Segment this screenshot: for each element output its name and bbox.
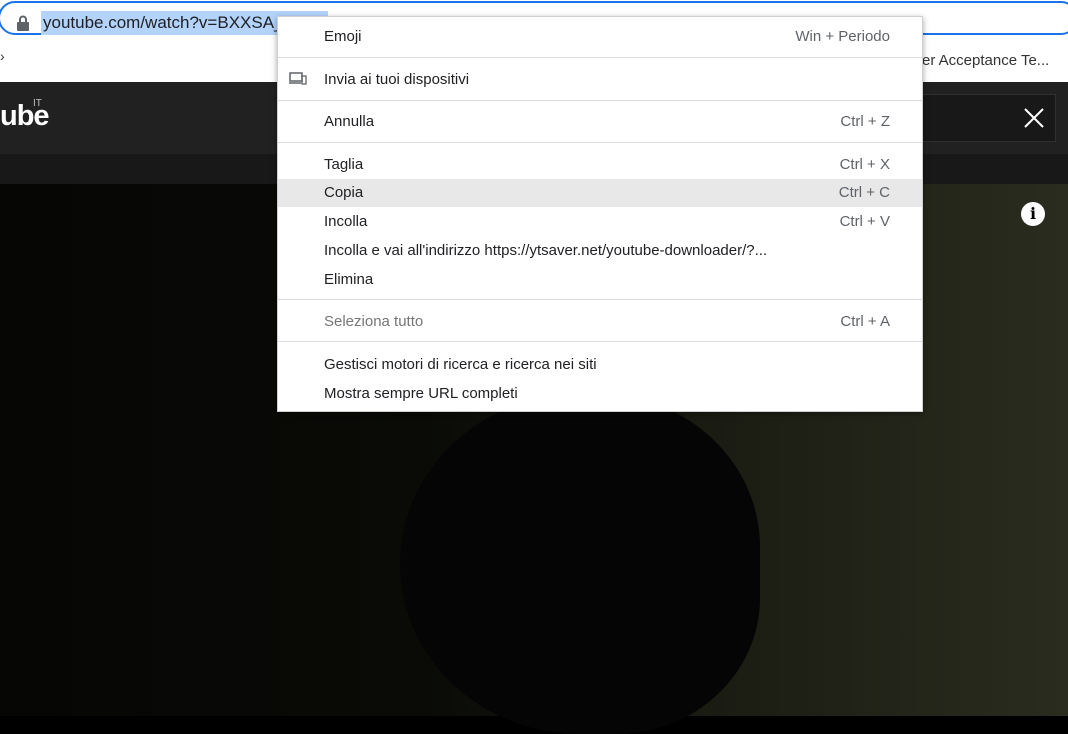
menu-separator (278, 57, 922, 58)
menu-item-delete[interactable]: Elimina (278, 266, 922, 294)
menu-item-always-show-full-urls[interactable]: Mostra sempre URL completi (278, 380, 922, 408)
menu-item-cut[interactable]: Taglia Ctrl + X (278, 151, 922, 179)
devices-icon (289, 72, 307, 85)
info-icon[interactable]: i (1021, 202, 1045, 226)
menu-item-undo[interactable]: Annulla Ctrl + Z (278, 108, 922, 136)
context-menu: Emoji Win + Periodo Invia ai tuoi dispos… (277, 16, 923, 412)
menu-item-paste[interactable]: Incolla Ctrl + V (278, 208, 922, 236)
bookmarks-overflow[interactable]: › (0, 48, 5, 64)
menu-item-emoji[interactable]: Emoji Win + Periodo (278, 23, 922, 51)
menu-item-copy[interactable]: Copia Ctrl + C (278, 179, 922, 207)
menu-item-manage-search-engines[interactable]: Gestisci motori di ricerca e ricerca nei… (278, 351, 922, 379)
lock-icon[interactable] (16, 15, 30, 31)
menu-item-send-to-devices[interactable]: Invia ai tuoi dispositivi (278, 66, 922, 94)
country-code: IT (33, 98, 42, 109)
menu-separator (278, 299, 922, 300)
menu-item-paste-and-go[interactable]: Incolla e vai all'indirizzo https://ytsa… (278, 237, 922, 265)
menu-separator (278, 142, 922, 143)
bookmark-item[interactable]: er Acceptance Te... (922, 52, 1049, 69)
menu-separator (278, 341, 922, 342)
video-frame-silhouette (400, 394, 760, 734)
menu-item-select-all: Seleziona tutto Ctrl + A (324, 313, 890, 330)
menu-separator (278, 100, 922, 101)
close-icon[interactable] (1020, 104, 1048, 132)
